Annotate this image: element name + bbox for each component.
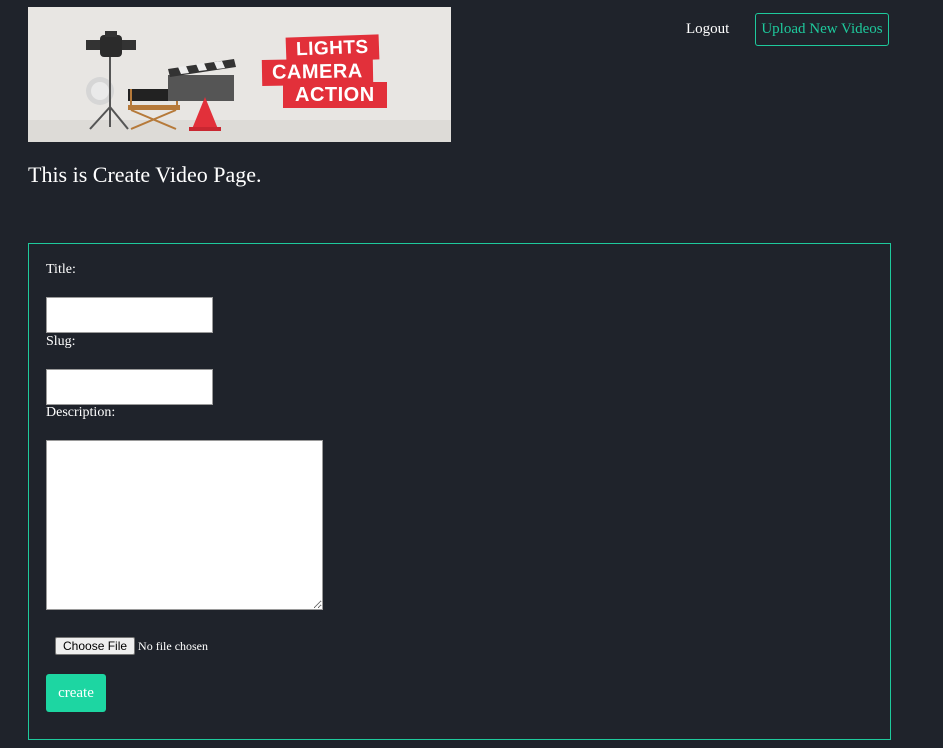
- header-banner-image: LIGHTS CAMERA ACTION: [28, 7, 451, 142]
- upload-new-videos-button[interactable]: Upload New Videos: [755, 13, 889, 46]
- film-props-illustration: [86, 31, 236, 131]
- description-label: Description:: [46, 405, 116, 420]
- description-textarea[interactable]: [46, 440, 323, 610]
- slug-input[interactable]: [46, 369, 213, 405]
- file-status-text: No file chosen: [138, 638, 209, 653]
- choose-file-button[interactable]: Choose File: [55, 637, 136, 655]
- traffic-cone-icon: [189, 97, 221, 131]
- title-label: Title:: [46, 262, 76, 277]
- logout-link[interactable]: Logout: [686, 21, 729, 38]
- slug-label: Slug:: [46, 334, 76, 349]
- banner-slogan-action: ACTION: [283, 82, 387, 108]
- page-title: This is Create Video Page.: [28, 162, 262, 187]
- create-button[interactable]: create: [46, 674, 106, 712]
- file-upload-field: Choose File No file chosen: [55, 637, 208, 655]
- spotlight-icon: [86, 31, 136, 130]
- page: LIGHTS CAMERA ACTION Logout Upload New V…: [0, 0, 943, 748]
- title-input[interactable]: [46, 297, 213, 333]
- create-video-form: Title: Slug: Description: Choose File No…: [28, 243, 891, 740]
- clapperboard-icon: [168, 59, 236, 101]
